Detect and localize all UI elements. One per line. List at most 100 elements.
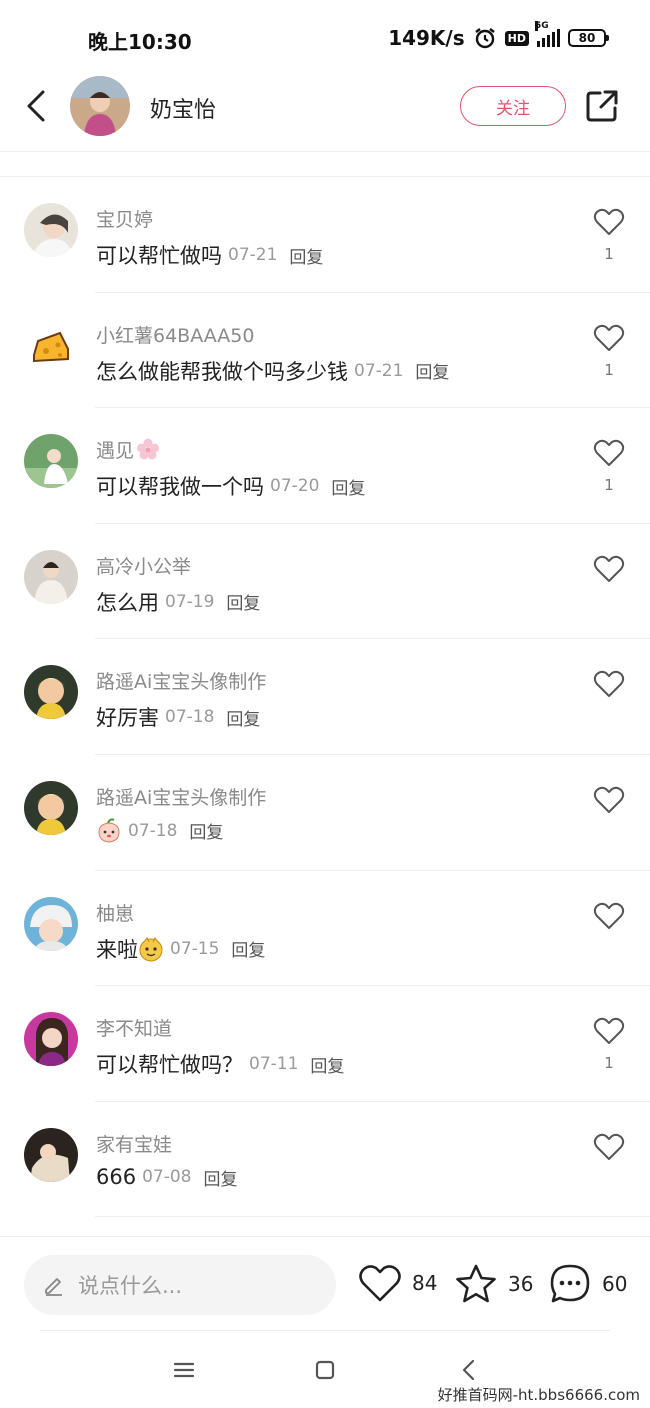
commenter-name[interactable]: 高冷小公举 [96,552,191,579]
comment-body: 来啦 07-15 回复 [96,934,265,964]
comment-date: 07-18 [165,707,215,728]
comment-action[interactable]: 60 [548,1263,627,1305]
follow-button[interactable]: 关注 [460,86,566,126]
comment-list: 宝贝婷 可以帮忙做吗 07-21 回复 1 小红薯64BAAA50 怎么做能帮我… [0,176,650,1218]
comment-date: 07-08 [142,1167,192,1188]
commenter-avatar[interactable] [24,896,78,951]
like-button[interactable] [590,1132,628,1170]
comment-text: 来啦 [96,937,138,962]
alarm-icon [474,28,495,49]
chat-bubble-icon [550,1264,590,1303]
status-bar: 晚上10:30 149K/s HD 5G 80 [0,0,650,76]
like-count: 1 [604,245,614,263]
comment-item[interactable]: 家有宝娃 666 07-08 回复 [0,1102,650,1218]
comment-total: 60 [602,1272,628,1296]
comment-date: 07-11 [249,1054,299,1075]
share-button[interactable] [584,88,620,124]
commenter-avatar[interactable] [24,1012,78,1067]
commenter-avatar[interactable] [24,203,78,257]
menu-nav-button[interactable] [170,1356,198,1384]
reply-button[interactable]: 回复 [204,1165,238,1190]
heart-icon [593,902,625,929]
comment-date: 07-21 [354,360,404,381]
like-button[interactable]: 1 [590,323,628,379]
comment-item[interactable]: 柚崽 来啦 07-15 回复 [0,871,650,987]
like-action[interactable]: 84 [358,1263,437,1303]
header: 奶宝怡 关注 [0,76,650,152]
comment-item[interactable]: 李不知道 可以帮忙做吗？ 07-11 回复 1 [0,986,650,1102]
like-button[interactable]: 1 [590,438,628,494]
peach-sticker-icon [98,818,120,843]
reply-button[interactable]: 回复 [189,818,223,843]
like-button[interactable] [590,901,628,939]
comment-item[interactable]: 遇见 可以帮我做一个吗 07-20 回复 1 [0,408,650,524]
signal-icon: 5G [535,21,560,47]
like-button[interactable] [590,785,628,823]
back-button[interactable] [18,86,54,126]
like-button[interactable]: 1 [590,1016,628,1072]
commenter-avatar[interactable] [24,434,78,489]
commenter-avatar[interactable] [24,780,78,835]
comment-text: 怎么做能帮我做个吗多少钱 [96,359,348,384]
comment-item[interactable]: 宝贝婷 可以帮忙做吗 07-21 回复 1 [0,177,650,293]
like-button[interactable] [590,554,628,592]
like-count: 1 [604,360,614,379]
commenter-name[interactable]: 柚崽 [96,899,134,926]
commenter-avatar[interactable] [24,665,78,720]
collect-total: 36 [508,1272,534,1296]
share-icon [586,90,618,122]
commenter-avatar[interactable] [24,1127,78,1182]
commenter-name[interactable]: 宝贝婷 [96,205,153,232]
comment-item[interactable]: 小红薯64BAAA50 怎么做能帮我做个吗多少钱 07-21 回复 1 [0,293,650,409]
author-avatar[interactable] [70,76,130,136]
reply-button[interactable]: 回复 [331,474,365,499]
reply-button[interactable]: 回复 [310,1052,344,1077]
hd-badge: HD [504,30,529,46]
comment-item[interactable]: 路遥Ai宝宝头像制作 好厉害 07-18 回复 [0,639,650,755]
collect-action[interactable]: 36 [454,1263,533,1305]
reply-button[interactable]: 回复 [226,705,260,730]
commenter-name[interactable]: 遇见 [96,436,160,463]
reply-button[interactable]: 回复 [226,589,260,614]
back-nav-button[interactable] [456,1356,484,1384]
like-count: 1 [604,1054,614,1073]
comment-date: 07-21 [228,245,278,265]
comment-body: 可以帮忙做吗 07-21 回复 [96,240,323,270]
commenter-name[interactable]: 路遥Ai宝宝头像制作 [96,783,266,810]
battery-icon: 80 [568,29,609,47]
comment-date: 07-15 [170,938,220,959]
commenter-name[interactable]: 小红薯64BAAA50 [96,321,254,348]
author-name[interactable]: 奶宝怡 [150,92,216,124]
comment-item[interactable]: 路遥Ai宝宝头像制作 07-18 回复 [0,755,650,871]
star-icon [456,1264,496,1303]
like-button[interactable] [590,669,628,707]
commenter-name[interactable]: 李不知道 [96,1014,172,1041]
heart-icon [593,1133,625,1160]
pencil-icon [45,1278,62,1296]
comment-text: 可以帮忙做吗 [96,244,222,268]
commenter-avatar[interactable] [24,549,78,604]
comment-input[interactable]: 说点什么... [24,1255,336,1315]
comment-text: 可以帮我做一个吗 [96,475,264,500]
like-button[interactable]: 1 [590,207,628,263]
reply-button[interactable]: 回复 [415,358,449,383]
face-emoji-icon [139,936,163,962]
commenter-name[interactable]: 家有宝娃 [96,1130,172,1157]
comment-item[interactable]: 高冷小公举 怎么用 07-19 回复 [0,524,650,640]
home-nav-button[interactable] [311,1356,339,1384]
comment-body: 怎么做能帮我做个吗多少钱 07-21 回复 [96,356,449,386]
status-time: 晚上10:30 [88,30,192,54]
commenter-avatar[interactable] [24,318,78,373]
comment-text: 怎么用 [96,590,159,615]
flower-icon [137,438,160,460]
reply-button[interactable]: 回复 [231,936,265,961]
comment-input-placeholder: 说点什么... [78,1274,183,1298]
reply-button[interactable]: 回复 [289,243,323,268]
comment-body: 666 07-08 回复 [96,1165,238,1190]
comment-body: 怎么用 07-19 回复 [96,587,260,617]
comment-date: 07-18 [128,820,178,841]
comment-text: 好厉害 [96,706,159,731]
heart-icon [593,671,625,698]
commenter-name[interactable]: 路遥Ai宝宝头像制作 [96,667,266,694]
comment-body: 好厉害 07-18 回复 [96,702,260,732]
